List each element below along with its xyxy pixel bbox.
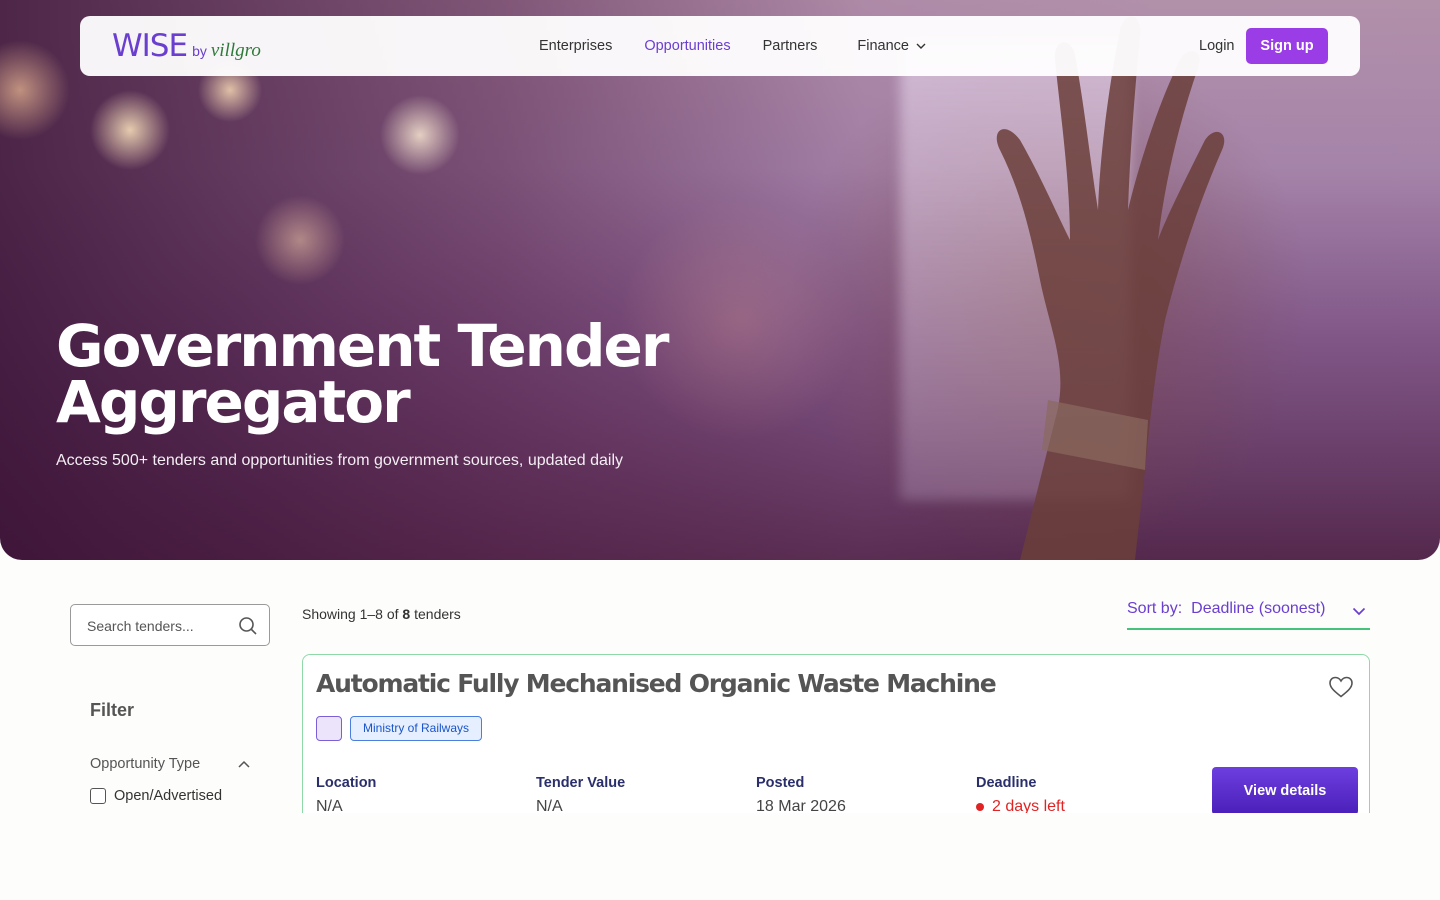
hero-title: Government Tender Aggregator xyxy=(56,312,756,436)
logo-by-text: by xyxy=(192,43,207,59)
hero-banner: Government Tender Aggregator Access 500+… xyxy=(0,0,1440,560)
tender-value-label: Tender Value xyxy=(536,775,626,791)
opportunity-type-label: Opportunity Type xyxy=(90,756,201,772)
hero-title-line-2: Aggregator xyxy=(56,368,411,436)
results-count: Showing 1–8 of 8 tenders xyxy=(302,606,461,622)
tender-tag-empty xyxy=(316,716,342,741)
brand-logo[interactable]: WISE by villgro xyxy=(112,28,261,64)
tender-deadline: Deadline 2 days left xyxy=(976,775,1065,816)
deadline-dot xyxy=(976,803,984,811)
opportunity-type-toggle[interactable]: Opportunity Type xyxy=(90,756,250,772)
search-icon[interactable] xyxy=(238,616,258,641)
logo-wise-text: WISE xyxy=(112,28,188,64)
nav-link-partners[interactable]: Partners xyxy=(763,38,818,54)
logo-villgro-text: villgro xyxy=(210,40,261,61)
login-link[interactable]: Login xyxy=(1199,16,1234,76)
nav-link-opportunities[interactable]: Opportunities xyxy=(644,38,730,54)
nav-link-finance[interactable]: Finance xyxy=(857,38,926,54)
nav-links: Enterprises Opportunities Partners Finan… xyxy=(539,16,958,76)
search-input[interactable] xyxy=(87,615,237,637)
open-advertised-checkbox[interactable] xyxy=(90,788,106,804)
view-details-button[interactable]: View details xyxy=(1212,767,1358,815)
sort-label: Sort by: xyxy=(1127,600,1183,617)
results-count-total: 8 xyxy=(402,606,411,622)
viewport-bottom xyxy=(0,813,1440,900)
hero-subtitle: Access 500+ tenders and opportunities fr… xyxy=(56,452,623,469)
signup-button[interactable]: Sign up xyxy=(1246,28,1328,64)
chevron-up-icon xyxy=(238,756,250,772)
chevron-down-icon xyxy=(1352,603,1366,621)
tender-value: Tender Value N/A xyxy=(536,775,625,816)
raised-hand-image xyxy=(996,16,1225,560)
sort-value: Deadline (soonest) xyxy=(1191,600,1326,617)
results-count-suffix: tenders xyxy=(414,606,461,622)
filter-option-open-advertised[interactable]: Open/Advertised xyxy=(90,788,222,804)
tender-posted: Posted 18 Mar 2026 xyxy=(756,775,846,816)
location-label: Location xyxy=(316,775,377,791)
tender-ministry-tag: Ministry of Railways xyxy=(350,716,483,741)
sort-dropdown[interactable]: Sort by: Deadline (soonest) xyxy=(1127,600,1370,630)
tender-title[interactable]: Automatic Fully Mechanised Organic Waste… xyxy=(316,669,997,698)
nav-link-finance-label: Finance xyxy=(857,38,909,54)
search-tenders-field[interactable] xyxy=(70,604,270,646)
tender-location: Location N/A xyxy=(316,775,376,816)
heart-icon[interactable] xyxy=(1328,675,1354,704)
posted-label: Posted xyxy=(756,775,805,791)
filter-heading: Filter xyxy=(90,700,135,720)
top-navbar: WISE by villgro Enterprises Opportunitie… xyxy=(80,16,1360,76)
results-count-prefix: Showing 1–8 of xyxy=(302,606,399,622)
open-advertised-label: Open/Advertised xyxy=(114,788,223,804)
nav-link-enterprises[interactable]: Enterprises xyxy=(539,38,612,54)
deadline-label: Deadline xyxy=(976,775,1037,791)
chevron-down-icon xyxy=(916,43,926,49)
hero-title-line-1: Government Tender xyxy=(56,312,669,380)
